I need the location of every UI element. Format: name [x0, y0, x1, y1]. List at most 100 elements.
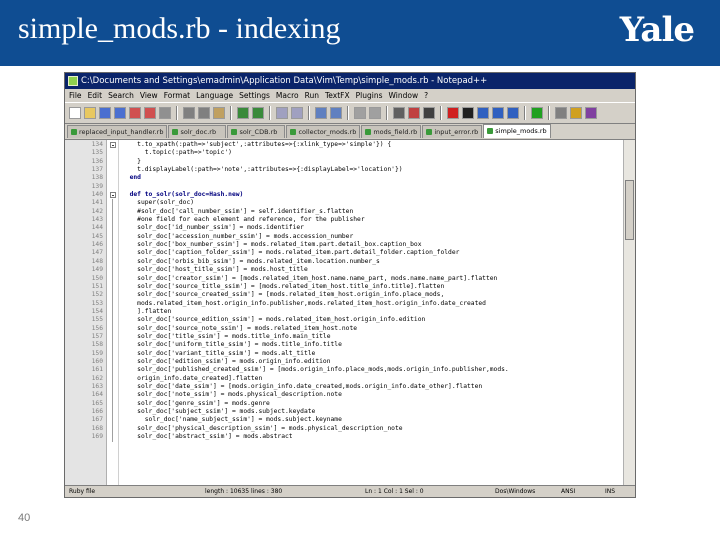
paste-icon[interactable]: [213, 107, 225, 119]
code-line[interactable]: #one field for each element and referenc…: [122, 216, 623, 224]
menu-item[interactable]: Plugins: [356, 89, 383, 102]
copy-icon[interactable]: [198, 107, 210, 119]
status-eol: Dos\Windows: [495, 488, 536, 495]
print-icon[interactable]: [159, 107, 171, 119]
code-line[interactable]: mods.related_item_host.origin_info.publi…: [122, 300, 623, 308]
code-line[interactable]: def to_solr(solr_doc=Hash.new): [122, 191, 623, 199]
code-line[interactable]: super(solr_doc): [122, 199, 623, 207]
menu-item[interactable]: Language: [196, 89, 233, 102]
document-tab[interactable]: solr_doc.rb: [168, 125, 227, 138]
undo-icon[interactable]: [237, 107, 249, 119]
code-line[interactable]: [122, 183, 623, 191]
code-line[interactable]: solr_doc['caption_folder_ssim'] = mods.r…: [122, 249, 623, 257]
document-tab[interactable]: collector_mods.rb: [286, 125, 361, 138]
show-all-icon[interactable]: [408, 107, 420, 119]
code-line[interactable]: solr_doc['abstract_ssim'] = mods.abstrac…: [122, 433, 623, 441]
code-line[interactable]: solr_doc['date_ssim'] = [mods.origin_inf…: [122, 383, 623, 391]
menu-item[interactable]: Format: [164, 89, 190, 102]
save-macro-icon[interactable]: [507, 107, 519, 119]
scrollbar-thumb[interactable]: [625, 180, 634, 240]
fold-marker-icon[interactable]: [110, 142, 116, 148]
save-all-icon[interactable]: [114, 107, 126, 119]
menu-item[interactable]: Search: [108, 89, 134, 102]
code-line[interactable]: origin_info.date_created].flatten: [122, 375, 623, 383]
new-icon[interactable]: [69, 107, 81, 119]
close-icon[interactable]: [129, 107, 141, 119]
code-line[interactable]: solr_doc['uniform_title_ssim'] = mods.ti…: [122, 341, 623, 349]
wrap-icon[interactable]: [393, 107, 405, 119]
code-line[interactable]: t.topic(:path=>'topic'): [122, 149, 623, 157]
zoom-in-icon[interactable]: [315, 107, 327, 119]
document-tab[interactable]: solr_CDB.rb: [227, 125, 286, 138]
play-macro-icon[interactable]: [477, 107, 489, 119]
menu-item[interactable]: Window: [389, 89, 419, 102]
code-line[interactable]: solr_doc['note_ssim'] = mods.physical_de…: [122, 391, 623, 399]
code-line[interactable]: solr_doc['id_number_ssim'] = mods.identi…: [122, 224, 623, 232]
record-macro-icon[interactable]: [447, 107, 459, 119]
code-line[interactable]: solr_doc['variant_title_ssim'] = mods.al…: [122, 350, 623, 358]
code-line[interactable]: solr_doc['accession_number_ssim'] = mods…: [122, 233, 623, 241]
code-line[interactable]: solr_doc['host_title_ssim'] = mods.host_…: [122, 266, 623, 274]
replace-icon[interactable]: [291, 107, 303, 119]
code-line[interactable]: #solr_doc['call_number_ssim'] = self.ide…: [122, 208, 623, 216]
menu-item[interactable]: File: [69, 89, 82, 102]
find-icon[interactable]: [276, 107, 288, 119]
close-all-icon[interactable]: [144, 107, 156, 119]
stop-macro-icon[interactable]: [462, 107, 474, 119]
menu-item[interactable]: Settings: [239, 89, 270, 102]
code-line[interactable]: solr_doc['box_number_ssim'] = mods.relat…: [122, 241, 623, 249]
code-line[interactable]: }: [122, 158, 623, 166]
code-line[interactable]: solr_doc['source_created_ssim'] = [mods.…: [122, 291, 623, 299]
fold-margin[interactable]: [107, 140, 119, 485]
code-area[interactable]: t.to_xpath(:path=>'subject',:attributes=…: [119, 140, 623, 485]
code-line[interactable]: solr_doc['published_created_ssim'] = [mo…: [122, 366, 623, 374]
code-line[interactable]: solr_doc['title_ssim'] = mods.title_info…: [122, 333, 623, 341]
extra-icon[interactable]: [585, 107, 597, 119]
menu-item[interactable]: Run: [305, 89, 319, 102]
help-icon[interactable]: [555, 107, 567, 119]
document-tab[interactable]: mods_field.rb: [361, 125, 422, 138]
code-line[interactable]: t.to_xpath(:path=>'subject',:attributes=…: [122, 141, 623, 149]
code-line[interactable]: solr_doc['orbis_bib_ssim'] = mods.relate…: [122, 258, 623, 266]
code-line[interactable]: solr_doc['genre_ssim'] = mods.genre: [122, 400, 623, 408]
code-line[interactable]: solr_doc['physical_description_ssim'] = …: [122, 425, 623, 433]
menu-bar: File Edit Search View Format Language Settings…: [65, 89, 635, 102]
code-line[interactable]: solr_doc['source_note_ssim'] = mods.rela…: [122, 325, 623, 333]
menu-item[interactable]: ?: [424, 89, 428, 102]
code-line[interactable]: t.displayLabel(:path=>'note',:attributes…: [122, 166, 623, 174]
code-editor[interactable]: 134 135 136 137 138 139 140 141 142 143 144 145 146 1…: [65, 139, 635, 485]
line-number: 155: [91, 316, 103, 324]
code-line[interactable]: solr_doc['name_subject_ssim'] = mods.sub…: [122, 416, 623, 424]
menu-item[interactable]: Edit: [88, 89, 103, 102]
toolbar-separator: [524, 106, 526, 120]
fold-marker-icon[interactable]: [110, 192, 116, 199]
sync-h-icon[interactable]: [369, 107, 381, 119]
redo-icon[interactable]: [252, 107, 264, 119]
window-titlebar[interactable]: C:\Documents and Settings\emadmin\Applic…: [65, 73, 635, 89]
menu-item[interactable]: View: [140, 89, 158, 102]
code-line[interactable]: solr_doc['edition_ssim'] = mods.origin_i…: [122, 358, 623, 366]
info-icon[interactable]: [570, 107, 582, 119]
menu-item[interactable]: TextFX: [325, 89, 350, 102]
menu-item[interactable]: Macro: [276, 89, 299, 102]
indent-guide-icon[interactable]: [423, 107, 435, 119]
code-line[interactable]: solr_doc['creator_ssim'] = [mods.related…: [122, 275, 623, 283]
save-icon[interactable]: [99, 107, 111, 119]
run-icon[interactable]: [531, 107, 543, 119]
sync-v-icon[interactable]: [354, 107, 366, 119]
zoom-out-icon[interactable]: [330, 107, 342, 119]
code-line[interactable]: solr_doc['source_edition_ssim'] = mods.r…: [122, 316, 623, 324]
document-tab[interactable]: replaced_input_handler.rb: [67, 125, 168, 138]
document-tab[interactable]: input_error.rb: [422, 125, 483, 138]
document-tab[interactable]: simple_mods.rb: [483, 124, 551, 138]
vertical-scrollbar[interactable]: [623, 140, 635, 485]
status-file-type: Ruby file: [69, 488, 96, 495]
line-number: 156: [91, 324, 103, 332]
code-line[interactable]: solr_doc['source_title_ssim'] = [mods.re…: [122, 283, 623, 291]
code-line[interactable]: ].flatten: [122, 308, 623, 316]
play-multiple-icon[interactable]: [492, 107, 504, 119]
code-line[interactable]: end: [122, 174, 623, 182]
cut-icon[interactable]: [183, 107, 195, 119]
code-line[interactable]: solr_doc['subject_ssim'] = mods.subject.…: [122, 408, 623, 416]
open-icon[interactable]: [84, 107, 96, 119]
